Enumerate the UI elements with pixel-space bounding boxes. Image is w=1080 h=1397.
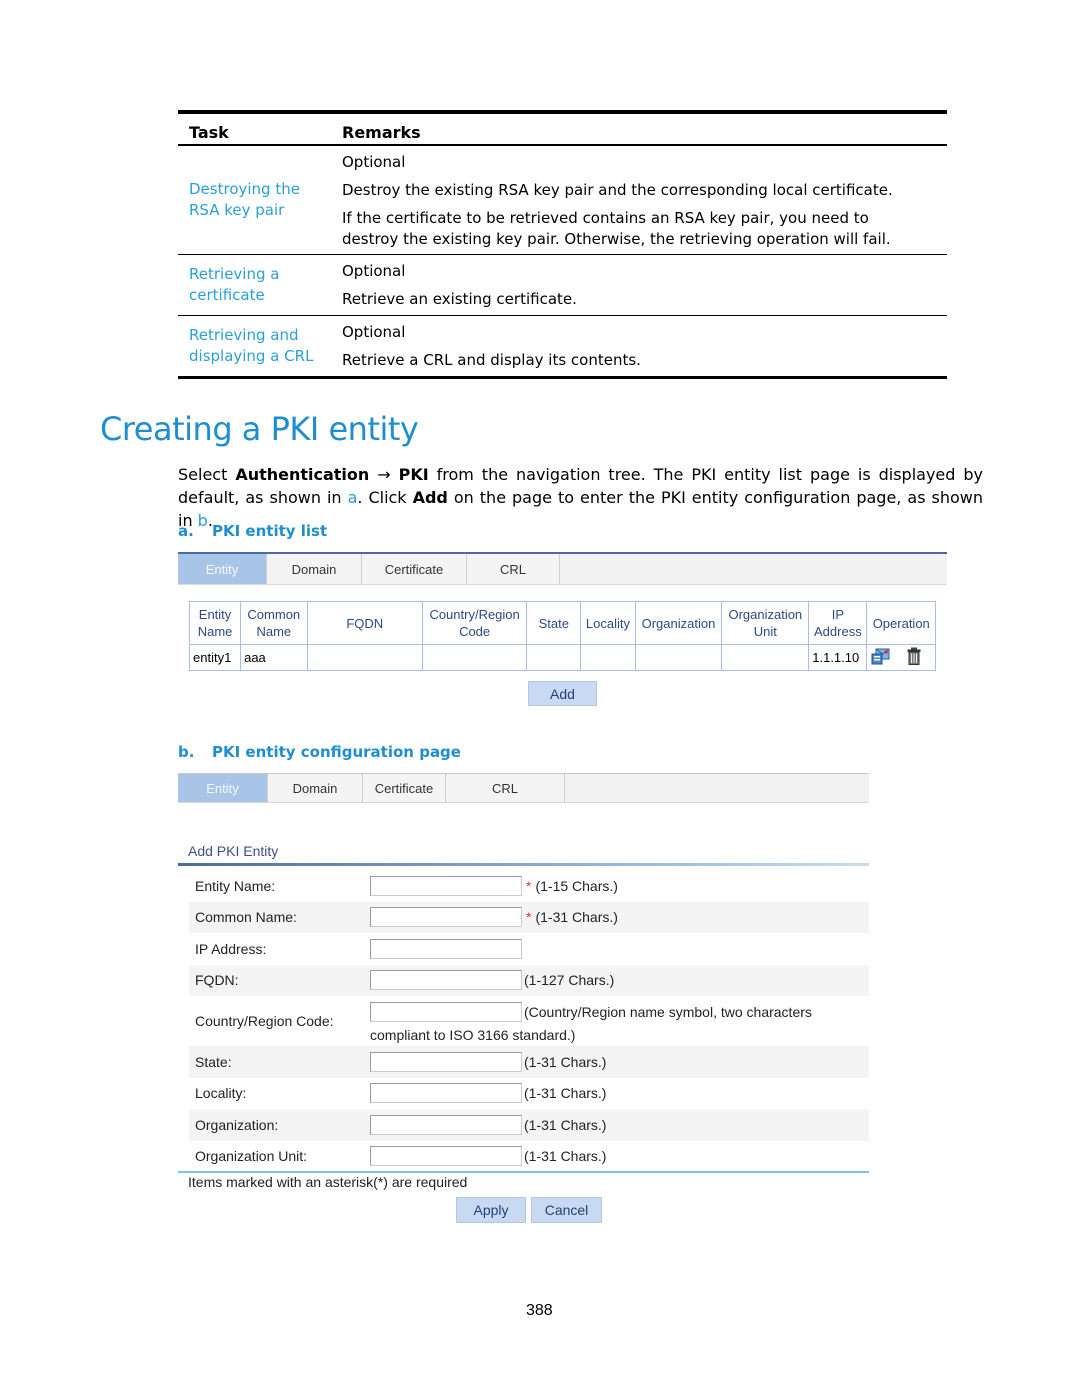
task-link[interactable]: Retrieving and displaying a CRL xyxy=(189,325,319,367)
add-reference: Add xyxy=(412,488,448,507)
fqdn-input[interactable] xyxy=(370,970,522,991)
entity-name-input[interactable] xyxy=(370,875,522,896)
field-organization-unit: Organization Unit: (1-31 Chars.) xyxy=(195,1146,607,1167)
field-hint: (1-31 Chars.) xyxy=(524,1085,607,1102)
col-operation: Operation xyxy=(866,601,936,645)
field-hint: (1-31 Chars.) xyxy=(524,1116,607,1133)
remark-text: Retrieve a CRL and display its contents. xyxy=(342,351,641,369)
country-region-code-input[interactable] xyxy=(370,1002,522,1022)
table-row: entity1 aaa 1.1.1.10 xyxy=(188,644,936,671)
tab-crl[interactable]: CRL xyxy=(446,774,565,802)
cell-entity-name: entity1 xyxy=(188,644,242,671)
field-entity-name: Entity Name: * (1-15 Chars.) xyxy=(195,875,618,896)
col-organization: Organization xyxy=(634,601,723,645)
tab-entity[interactable]: Entity xyxy=(178,554,267,584)
table-row: Destroying the RSA key pair Optional Des… xyxy=(178,146,947,255)
col-locality: Locality xyxy=(580,601,636,645)
required-marker: * xyxy=(526,909,532,926)
tab-domain[interactable]: Domain xyxy=(268,774,363,802)
field-ip-address: IP Address: xyxy=(189,933,869,965)
tab-certificate[interactable]: Certificate xyxy=(362,554,467,584)
field-hint: (1-31 Chars.) xyxy=(524,1148,607,1165)
field-organization: Organization: (1-31 Chars.) xyxy=(189,1109,869,1141)
col-state: State xyxy=(526,601,582,645)
field-state: State: (1-31 Chars.) xyxy=(189,1046,869,1078)
table-row: Retrieving a certificate Optional Retrie… xyxy=(178,255,947,316)
tab-bar: Entity Domain Certificate CRL xyxy=(178,773,869,803)
task-table: Task Remarks Destroying the RSA key pair… xyxy=(178,110,947,379)
cell-operation xyxy=(866,644,936,671)
task-link[interactable]: Retrieving a certificate xyxy=(189,264,289,306)
cell-organization xyxy=(634,644,723,671)
tab-bar: Entity Domain Certificate CRL xyxy=(178,552,947,585)
apply-button[interactable]: Apply xyxy=(456,1197,526,1223)
common-name-input[interactable] xyxy=(370,907,522,928)
col-ip-address: IP Address xyxy=(808,601,868,645)
add-pki-entity-form: Entity Name: * (1-15 Chars.) Common Name… xyxy=(189,870,869,1172)
cell-locality xyxy=(580,644,636,671)
field-fqdn: FQDN: (1-127 Chars.) xyxy=(189,964,869,996)
cell-org-unit xyxy=(721,644,810,671)
field-hint: (1-15 Chars.) xyxy=(535,877,618,894)
cell-fqdn xyxy=(306,644,423,671)
tab-certificate[interactable]: Certificate xyxy=(363,774,446,802)
tab-domain[interactable]: Domain xyxy=(267,554,362,584)
remark-text: Optional xyxy=(342,262,406,280)
state-input[interactable] xyxy=(370,1051,522,1072)
field-country-region-code: Country/Region Code: (Country/Region nam… xyxy=(189,996,869,1046)
col-common-name: Common Name xyxy=(240,601,308,645)
form-title-bar xyxy=(178,863,869,866)
table-header-row: Entity Name Common Name FQDN Country/Reg… xyxy=(188,601,936,645)
cell-country xyxy=(421,644,528,671)
field-common-name: Common Name: * (1-31 Chars.) xyxy=(189,901,869,933)
col-fqdn: FQDN xyxy=(306,601,423,645)
field-locality: Locality: (1-31 Chars.) xyxy=(195,1083,607,1104)
add-button[interactable]: Add xyxy=(528,681,597,706)
remark-text: If the certificate to be retrieved conta… xyxy=(342,209,891,248)
entity-list-table: Entity Name Common Name FQDN Country/Reg… xyxy=(188,601,936,671)
remark-text: Optional xyxy=(342,153,406,171)
col-entity-name: Entity Name xyxy=(188,601,242,645)
table-header: Task Remarks xyxy=(178,114,947,144)
table-row: Retrieving and displaying a CRL Optional… xyxy=(178,316,947,379)
figure-b-caption: b. PKI entity configuration page xyxy=(178,743,461,761)
field-hint: (1-31 Chars.) xyxy=(524,1053,607,1070)
header-task: Task xyxy=(189,123,229,142)
task-link[interactable]: Destroying the RSA key pair xyxy=(189,179,329,221)
cell-state xyxy=(526,644,582,671)
header-remarks: Remarks xyxy=(342,123,421,142)
field-hint: (1-127 Chars.) xyxy=(524,972,615,989)
ip-address-input[interactable] xyxy=(370,938,522,959)
required-note: Items marked with an asterisk(*) are req… xyxy=(188,1174,468,1190)
field-hint-continued: compliant to ISO 3166 standard.) xyxy=(370,1026,576,1043)
cell-ip: 1.1.1.10 xyxy=(808,644,868,671)
col-organization-unit: Organization Unit xyxy=(721,601,810,645)
remark-text: Retrieve an existing certificate. xyxy=(342,290,577,308)
locality-input[interactable] xyxy=(370,1083,522,1104)
required-marker: * xyxy=(526,877,532,894)
cancel-button[interactable]: Cancel xyxy=(531,1197,602,1223)
remark-text: Optional xyxy=(342,323,406,341)
menu-pki: PKI xyxy=(398,465,429,484)
delete-icon[interactable] xyxy=(907,647,921,668)
page-number: 388 xyxy=(526,1302,553,1319)
tab-crl[interactable]: CRL xyxy=(467,554,560,584)
organization-input[interactable] xyxy=(370,1114,522,1135)
remark-text: Destroy the existing RSA key pair and th… xyxy=(342,181,893,199)
field-hint: (Country/Region name symbol, two charact… xyxy=(524,1004,812,1020)
figure-a-caption: a. PKI entity list xyxy=(178,522,328,540)
cell-common-name: aaa xyxy=(240,644,308,671)
form-divider xyxy=(178,1171,869,1173)
organization-unit-input[interactable] xyxy=(370,1146,522,1167)
figure-a-link[interactable]: a xyxy=(348,488,358,507)
field-hint: (1-31 Chars.) xyxy=(535,909,618,926)
details-icon[interactable] xyxy=(871,647,891,668)
tab-entity[interactable]: Entity xyxy=(178,774,268,802)
menu-authentication: Authentication xyxy=(235,465,370,484)
col-country-region-code: Country/Region Code xyxy=(421,601,528,645)
form-title: Add PKI Entity xyxy=(188,843,279,859)
arrow-icon: → xyxy=(369,465,399,484)
section-title: Creating a PKI entity xyxy=(100,410,419,448)
